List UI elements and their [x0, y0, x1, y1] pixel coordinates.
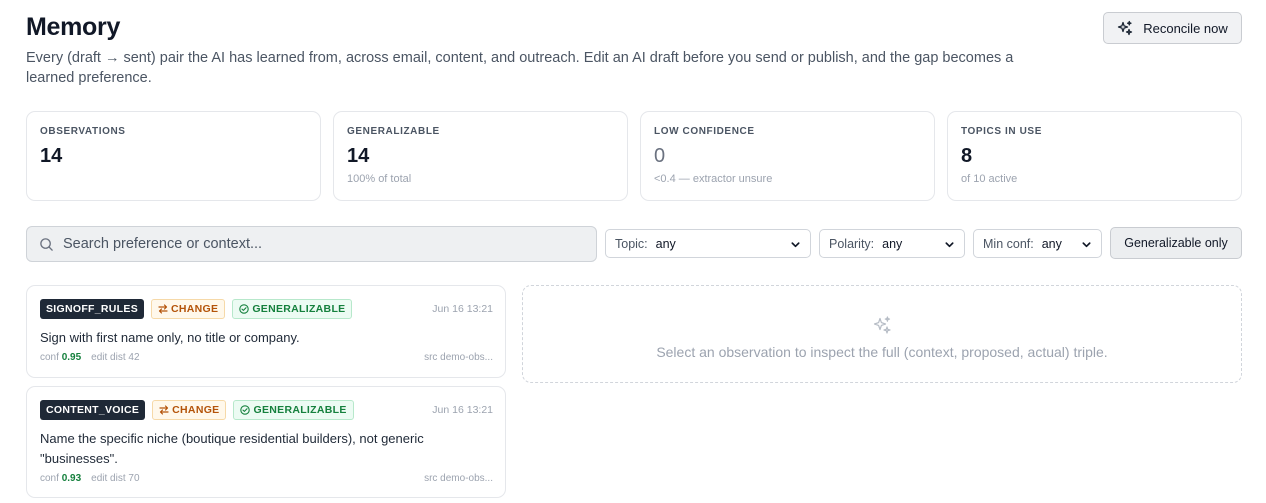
polarity-select-value: any [882, 236, 903, 251]
generalizable-badge: GENERALIZABLE [232, 299, 353, 319]
stat-card-generalizable: GENERALIZABLE 14 100% of total [333, 111, 628, 201]
edit-distance: edit dist 70 [91, 473, 140, 484]
confidence-value: 0.93 [61, 473, 82, 484]
search-input[interactable] [63, 236, 563, 252]
observation-source: src demo-obs... [424, 352, 493, 363]
reconcile-now-label: Reconcile now [1143, 20, 1228, 36]
polarity-select[interactable]: Polarity: any [819, 229, 965, 258]
swap-arrows-icon [159, 405, 169, 415]
stat-card-observations: OBSERVATIONS 14 [26, 111, 321, 201]
stat-label: GENERALIZABLE [347, 126, 440, 137]
min-conf-select[interactable]: Min conf: any [973, 229, 1102, 258]
reconcile-now-button[interactable]: Reconcile now [1103, 12, 1242, 44]
observation-source: src demo-obs... [424, 473, 493, 484]
observation-meta: conf 0.95 edit dist 42 [40, 352, 140, 363]
stat-label: OBSERVATIONS [40, 126, 126, 137]
observation-meta: conf 0.93 edit dist 70 [40, 473, 140, 484]
stat-card-topics-in-use: TOPICS IN USE 8 of 10 active [947, 111, 1242, 201]
stat-label: TOPICS IN USE [961, 126, 1042, 137]
topic-select-label: Topic: [615, 236, 648, 251]
min-conf-select-label: Min conf: [983, 236, 1034, 251]
confidence-label: conf [40, 352, 59, 363]
stat-value: 14 [40, 145, 63, 167]
search-icon [40, 237, 53, 251]
polarity-select-label: Polarity: [829, 236, 875, 251]
stat-label: LOW CONFIDENCE [654, 126, 755, 137]
observation-badges: CONTENT_VOICE CHANGE GENERALIZABLE [40, 400, 354, 420]
page-title: Memory [26, 13, 121, 41]
generalizable-badge-label: GENERALIZABLE [253, 404, 347, 416]
change-badge: CHANGE [152, 400, 227, 420]
inspector-empty-text: Select an observation to inspect the ful… [656, 343, 1108, 360]
stat-sub: of 10 active [961, 173, 1018, 185]
min-conf-select-value: any [1041, 236, 1062, 251]
filter-bar: Topic: any Polarity: any Min conf: any G… [26, 226, 1242, 262]
chevron-down-icon [945, 242, 954, 248]
stat-value: 0 [654, 145, 666, 167]
confidence-label: conf [40, 473, 59, 484]
observation-card[interactable]: CONTENT_VOICE CHANGE GENERALIZABLE Jun 1… [26, 386, 506, 498]
topic-select[interactable]: Topic: any [605, 229, 811, 258]
sparkles-icon [873, 315, 891, 334]
edit-distance: edit dist 42 [91, 352, 140, 363]
confidence: conf 0.93 [40, 473, 81, 484]
stat-sub: <0.4 — extractor unsure [654, 173, 773, 185]
observation-text: Name the specific niche (boutique reside… [40, 431, 424, 466]
check-circle-icon [240, 405, 251, 415]
sparkles-icon [1118, 20, 1133, 36]
generalizable-badge-label: GENERALIZABLE [252, 303, 346, 315]
stat-card-low-confidence: LOW CONFIDENCE 0 <0.4 — extractor unsure [640, 111, 935, 201]
memory-page: Memory Every (draft → sent) pair the AI … [26, 0, 1242, 503]
check-circle-icon [239, 304, 250, 314]
topic-select-value: any [655, 236, 676, 251]
stat-sub: 100% of total [347, 173, 412, 185]
chevron-down-icon [791, 242, 800, 248]
observation-timestamp: Jun 16 13:21 [432, 303, 493, 315]
change-badge-label: CHANGE [172, 404, 220, 416]
change-badge: CHANGE [151, 299, 226, 319]
topic-badge: CONTENT_VOICE [40, 400, 146, 420]
topic-badge: SIGNOFF_RULES [40, 299, 144, 319]
page-header: Memory Every (draft → sent) pair the AI … [26, 12, 1242, 86]
observation-timestamp: Jun 16 13:21 [432, 404, 493, 416]
observation-text: Sign with first name only, no title or c… [40, 330, 300, 345]
generalizable-only-button[interactable]: Generalizable only [1110, 227, 1242, 259]
observation-inspector: Select an observation to inspect the ful… [522, 285, 1242, 383]
stats-row: OBSERVATIONS 14 GENERALIZABLE 14 100% of… [26, 111, 1242, 201]
swap-arrows-icon [158, 304, 168, 314]
observation-badges: SIGNOFF_RULES CHANGE GENERALIZABLE [40, 299, 353, 319]
generalizable-badge: GENERALIZABLE [233, 400, 354, 420]
confidence: conf 0.95 [40, 352, 81, 363]
page-description: Every (draft → sent) pair the AI has lea… [26, 50, 1014, 86]
observation-card[interactable]: SIGNOFF_RULES CHANGE GENERALIZABLE Jun 1… [26, 285, 506, 378]
change-badge-label: CHANGE [171, 303, 219, 315]
confidence-value: 0.95 [61, 352, 82, 363]
stat-value: 14 [347, 145, 370, 167]
chevron-down-icon [1082, 242, 1091, 248]
search-box [26, 226, 597, 262]
stat-value: 8 [961, 145, 973, 167]
